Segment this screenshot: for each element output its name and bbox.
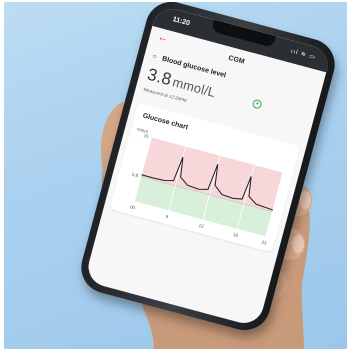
y-tick-label: 5.8 [131,172,139,179]
drop-icon: ○ [151,53,158,61]
app-title: CGM [227,54,246,66]
x-tick-label: 00 [130,204,137,210]
x-tick-label: 12 [198,223,205,229]
status-time: 11:20 [171,15,191,28]
status-icons: ııl ≋ ▭ [289,48,317,62]
y-tick-label: 15 [143,133,150,139]
trend-status-icon: ● [251,98,263,110]
back-arrow-icon[interactable]: ← [156,31,170,45]
glucose-value: 3.8 [145,64,174,90]
x-tick-label: 6 [165,214,169,220]
glucose-chart: 006121823mmol155.8 [130,126,284,246]
x-tick-label: 23 [261,240,268,246]
photo-background: 11:20 ııl ≋ ▭ ← CGM ○ Blood glucose leve… [4,2,347,349]
x-tick-label: 18 [232,232,239,238]
